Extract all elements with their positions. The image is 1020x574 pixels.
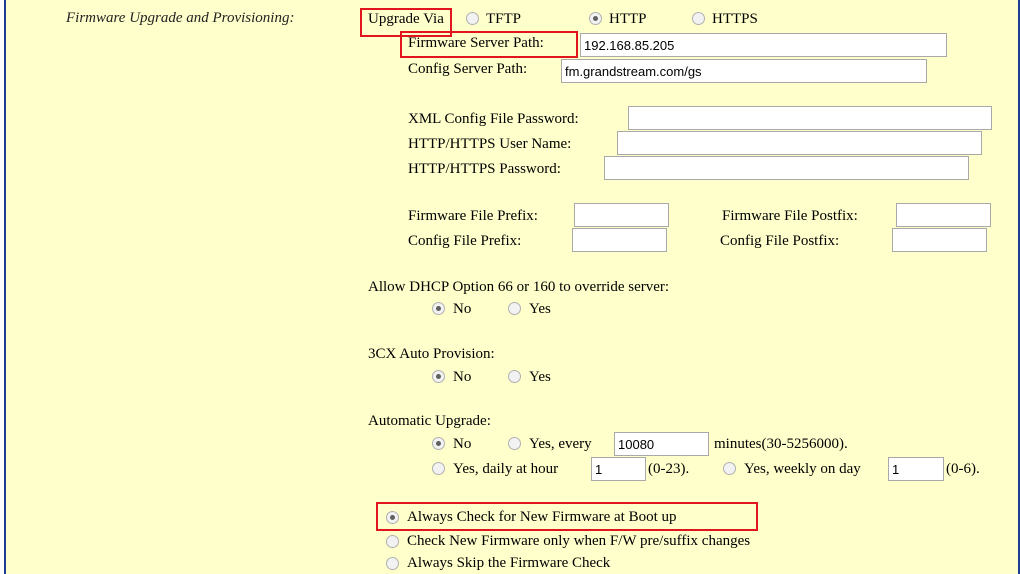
- dhcp-override-no-label: No: [453, 301, 472, 317]
- firmware-file-postfix-input[interactable]: [896, 203, 991, 227]
- firmware-server-path-input[interactable]: [580, 33, 947, 57]
- automatic-upgrade-weekly-label: Yes, weekly on day: [744, 461, 861, 477]
- firmware-file-prefix-label: Firmware File Prefix:: [408, 208, 538, 224]
- config-file-postfix-input[interactable]: [892, 228, 987, 252]
- automatic-upgrade-every-suffix: minutes(30-5256000).: [714, 436, 848, 452]
- upgrade-via-https-radio[interactable]: [692, 12, 705, 25]
- automatic-upgrade-daily-suffix: (0-23).: [648, 461, 690, 477]
- automatic-upgrade-every-input[interactable]: [614, 432, 709, 456]
- firmware-check-skip-label: Always Skip the Firmware Check: [407, 555, 611, 571]
- firmware-file-prefix-input[interactable]: [574, 203, 669, 227]
- automatic-upgrade-weekly-radio[interactable]: [723, 462, 736, 475]
- firmware-check-always-radio[interactable]: [386, 511, 399, 524]
- config-file-prefix-input[interactable]: [572, 228, 667, 252]
- automatic-upgrade-every-label: Yes, every: [529, 436, 592, 452]
- automatic-upgrade-label: Automatic Upgrade:: [368, 413, 491, 429]
- auto-provision-3cx-yes-radio[interactable]: [508, 370, 521, 383]
- upgrade-via-tftp-label: TFTP: [486, 11, 522, 27]
- firmware-check-always-label: Always Check for New Firmware at Boot up: [407, 509, 677, 525]
- dhcp-override-yes-radio[interactable]: [508, 302, 521, 315]
- http-password-label: HTTP/HTTPS Password:: [408, 161, 561, 177]
- xml-config-password-label: XML Config File Password:: [408, 111, 579, 127]
- upgrade-via-label: Upgrade Via: [368, 11, 444, 27]
- config-server-path-input[interactable]: [561, 59, 927, 83]
- dhcp-override-no-radio[interactable]: [432, 302, 445, 315]
- http-password-input[interactable]: [604, 156, 969, 180]
- upgrade-via-https-label: HTTPS: [712, 11, 758, 27]
- config-file-prefix-label: Config File Prefix:: [408, 233, 522, 249]
- automatic-upgrade-no-radio[interactable]: [432, 437, 445, 450]
- firmware-check-prefix-label: Check New Firmware only when F/W pre/suf…: [407, 533, 751, 549]
- xml-config-password-input[interactable]: [628, 106, 992, 130]
- config-file-postfix-label: Config File Postfix:: [720, 233, 840, 249]
- automatic-upgrade-every-radio[interactable]: [508, 437, 521, 450]
- automatic-upgrade-daily-input[interactable]: [591, 457, 646, 481]
- auto-provision-3cx-no-radio[interactable]: [432, 370, 445, 383]
- auto-provision-3cx-label: 3CX Auto Provision:: [368, 346, 495, 362]
- upgrade-via-http-label: HTTP: [609, 11, 647, 27]
- dhcp-override-label: Allow DHCP Option 66 or 160 to override …: [368, 279, 670, 295]
- automatic-upgrade-weekly-input[interactable]: [888, 457, 944, 481]
- firmware-server-path-label: Firmware Server Path:: [408, 35, 544, 51]
- upgrade-via-tftp-radio[interactable]: [466, 12, 479, 25]
- automatic-upgrade-daily-radio[interactable]: [432, 462, 445, 475]
- firmware-file-postfix-label: Firmware File Postfix:: [722, 208, 858, 224]
- http-user-name-label: HTTP/HTTPS User Name:: [408, 136, 572, 152]
- http-user-name-input[interactable]: [617, 131, 982, 155]
- section-label: Firmware Upgrade and Provisioning:: [66, 10, 295, 26]
- upgrade-via-http-radio[interactable]: [589, 12, 602, 25]
- provisioning-panel: Firmware Upgrade and Provisioning: Upgra…: [4, 0, 1020, 574]
- dhcp-override-yes-label: Yes: [529, 301, 551, 317]
- auto-provision-3cx-no-label: No: [453, 369, 472, 385]
- auto-provision-3cx-yes-label: Yes: [529, 369, 551, 385]
- config-server-path-label: Config Server Path:: [408, 61, 528, 77]
- firmware-check-skip-radio[interactable]: [386, 557, 399, 570]
- firmware-check-prefix-radio[interactable]: [386, 535, 399, 548]
- automatic-upgrade-weekly-suffix: (0-6).: [946, 461, 980, 477]
- automatic-upgrade-no-label: No: [453, 436, 472, 452]
- automatic-upgrade-daily-label: Yes, daily at hour: [453, 461, 559, 477]
